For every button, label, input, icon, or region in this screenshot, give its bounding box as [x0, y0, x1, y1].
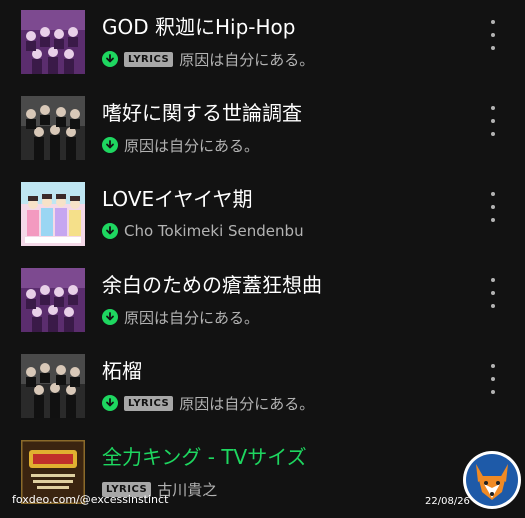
more-options-icon[interactable]: [486, 106, 500, 136]
more-options-icon[interactable]: [486, 278, 500, 308]
track-row[interactable]: GOD 釈迦にHip-Hop LYRICS 原因は自分にある。: [0, 2, 525, 88]
album-art: [21, 10, 85, 74]
album-art: [21, 182, 85, 246]
more-options-icon[interactable]: [486, 20, 500, 50]
track-meta: Cho Tokimeki Sendenbu: [102, 220, 304, 242]
lyrics-badge: LYRICS: [124, 395, 174, 411]
track-meta: LYRICS 原因は自分にある。: [102, 48, 314, 70]
more-options-icon[interactable]: [486, 364, 500, 394]
album-art: [21, 96, 85, 160]
downloaded-icon: [102, 309, 118, 325]
album-art: [21, 354, 85, 418]
track-artist[interactable]: 原因は自分にある。: [124, 307, 259, 328]
fox-logo: [462, 450, 522, 510]
track-row[interactable]: LOVEイヤイヤ期 Cho Tokimeki Sendenbu: [0, 174, 525, 260]
track-row[interactable]: 柘榴 LYRICS 原因は自分にある。: [0, 346, 525, 432]
downloaded-icon: [102, 51, 118, 67]
track-title: LOVEイヤイヤ期: [102, 187, 253, 211]
lyrics-badge: LYRICS: [124, 51, 174, 67]
track-artist[interactable]: 原因は自分にある。: [124, 135, 259, 156]
downloaded-icon: [102, 137, 118, 153]
track-meta: 原因は自分にある。: [102, 134, 259, 156]
track-title: 嗜好に関する世論調査: [102, 101, 302, 125]
watermark-text: foxdeo.com/@excessinstinct: [12, 493, 169, 506]
track-meta: LYRICS 原因は自分にある。: [102, 392, 314, 414]
more-options-icon[interactable]: [486, 192, 500, 222]
track-title: GOD 釈迦にHip-Hop: [102, 15, 296, 39]
track-title: 全力キング - TVサイズ: [102, 445, 307, 469]
track-meta: 原因は自分にある。: [102, 306, 259, 328]
track-title: 余白のための瘡蓋狂想曲: [102, 273, 322, 297]
track-artist[interactable]: Cho Tokimeki Sendenbu: [124, 222, 304, 240]
track-artist[interactable]: 原因は自分にある。: [179, 393, 314, 414]
track-title: 柘榴: [102, 359, 142, 383]
downloaded-icon: [102, 395, 118, 411]
track-row[interactable]: 余白のための瘡蓋狂想曲 原因は自分にある。: [0, 260, 525, 346]
downloaded-icon: [102, 223, 118, 239]
track-row[interactable]: 嗜好に関する世論調査 原因は自分にある。: [0, 88, 525, 174]
album-art: [21, 268, 85, 332]
track-artist[interactable]: 原因は自分にある。: [179, 49, 314, 70]
